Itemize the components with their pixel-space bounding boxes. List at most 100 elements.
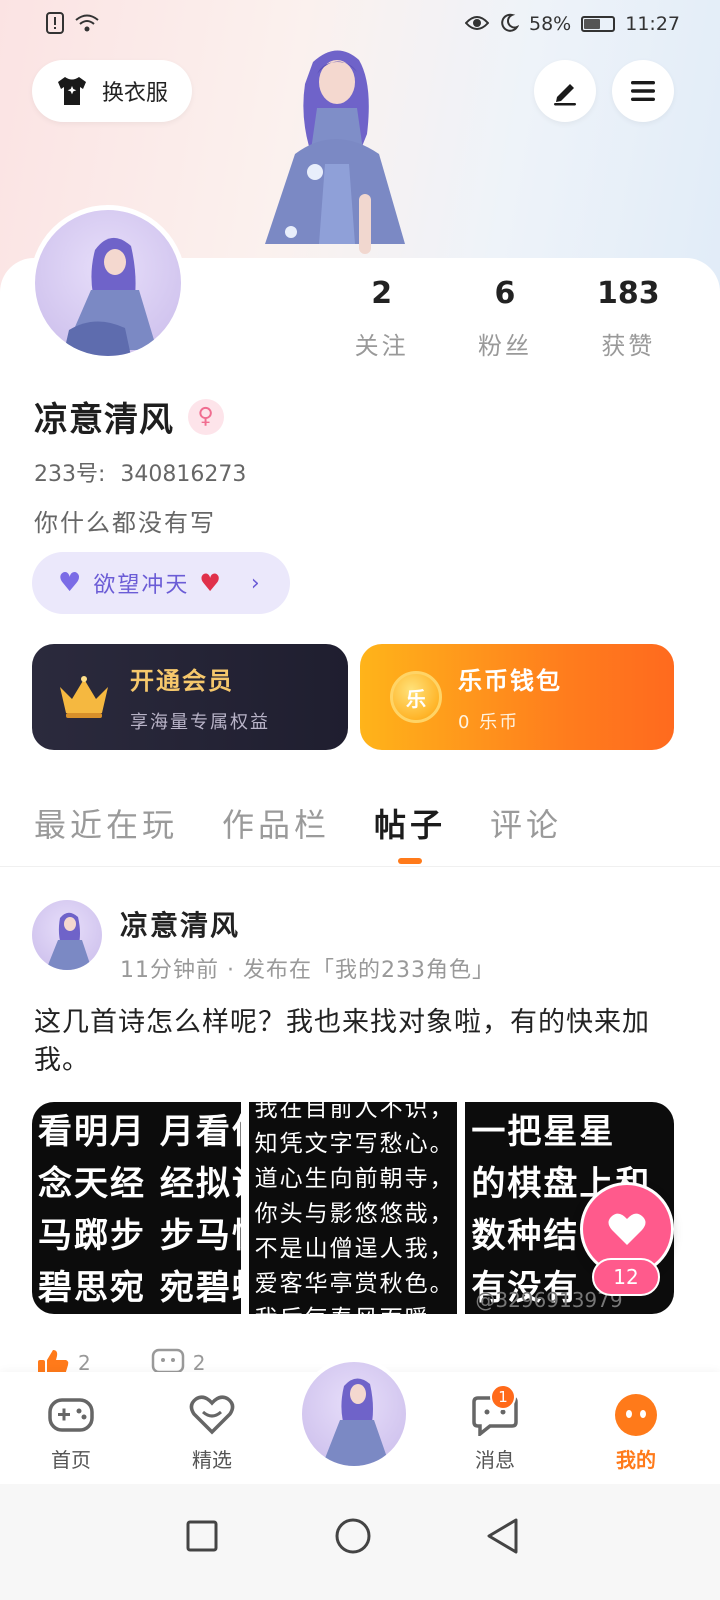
nav-home[interactable]: 首页 [31,1390,111,1473]
avatar-figure [63,237,157,356]
tab-works[interactable]: 作品栏 [222,800,330,866]
moon-icon [499,13,520,36]
recent-apps-button[interactable] [172,1506,232,1566]
change-outfit-button[interactable]: 换衣服 [32,60,192,122]
post-image-1-line: 看明月 月看仙 [38,1112,241,1152]
sim-alert-icon [46,11,64,37]
vip-title: 开通会员 [130,666,234,695]
status-left [46,11,100,37]
nickname-text: 凉意清风 [34,400,174,440]
stat-followers[interactable]: 6 粉丝 [443,272,566,361]
user-id-label: 233号: [34,462,106,487]
post-image-1-line: 碧思宛 宛碧蛛 [38,1268,241,1308]
post-image-3-line: 一把星星 [471,1112,616,1152]
stat-followers-count: 6 [494,276,516,311]
tabs-divider [0,866,720,867]
post-image-2-line: 不是山僧逞人我， [254,1236,455,1262]
profile-stats: 2 关注 6 粉丝 183 获赞 [320,272,690,361]
post-image-2-line: 我后每春风面暖 [255,1302,458,1314]
profile-avatar[interactable] [30,205,186,361]
post-image-1-line: 念天经 经拟诵 [38,1164,241,1204]
battery-icon [581,16,616,32]
stat-likes[interactable]: 183 获赞 [567,272,690,361]
nav-avatar-figure [322,1378,390,1466]
post-author-name[interactable]: 凉意清风 [120,904,240,944]
post-meta[interactable]: 11分钟前 · 发布在「我的233角色」 [120,952,495,984]
profile-tag-pill[interactable]: ♥ 欲望冲天 ♥ › [32,552,290,614]
profile-nickname: 凉意清风 ♀ [34,392,224,441]
vip-text: 开通会员 享海量专属权益 [130,661,270,734]
post-image-1[interactable]: 看明月 月看仙 念天经 经拟诵 马踯步 步马慢 碧思宛 宛碧蛛 [32,1102,241,1314]
post-image-2-line: 你头与影悠悠哉， [254,1201,455,1227]
battery-percent: 58% [529,13,572,35]
post-image-2-line: 道心生向前朝寺， [254,1166,455,1192]
post-image-2-line: 知凭文字写愁心。 [254,1131,455,1157]
post-image-2[interactable]: 我在目前人不识， 知凭文字写愁心。 道心生向前朝寺， 你头与影悠悠哉， 不是山僧… [248,1102,458,1314]
nav-messages-label: 消息 [475,1448,515,1472]
nav-featured-label: 精选 [192,1448,232,1472]
edit-profile-button[interactable] [534,60,596,122]
user-id-value: 340816273 [120,462,247,487]
wallet-text: 乐币钱包 0 乐币 [458,661,562,734]
coin-icon: 乐 [390,671,442,723]
nav-messages[interactable]: 1 消息 [455,1384,535,1473]
crown-icon [60,676,108,718]
stat-following-count: 2 [371,276,393,311]
wallet-title: 乐币钱包 [458,666,562,695]
message-count-badge: 1 [490,1384,516,1410]
menu-button[interactable] [612,60,674,122]
nav-me[interactable]: 我的 [596,1390,676,1473]
tab-comments[interactable]: 评论 [490,800,562,866]
profile-tag-label: 欲望冲天 [93,573,190,598]
broken-heart-icon: ♥ [199,569,223,597]
stat-following[interactable]: 2 关注 [320,272,443,361]
face-icon [611,1390,661,1440]
chat-bubble-icon: 1 [470,1384,520,1440]
vip-membership-card[interactable]: 开通会员 享海量专属权益 [32,644,348,750]
home-button[interactable] [323,1506,383,1566]
post-image-grid: 看明月 月看仙 念天经 经拟诵 马踯步 步马慢 碧思宛 宛碧蛛 我在目前人不识，… [32,1102,674,1314]
heart-outline-icon [187,1390,237,1440]
avatar-character-figure [265,50,405,254]
user-id: 233号: 340816273 [34,456,246,488]
wallet-balance: 0 乐币 [458,711,520,733]
profile-bio: 你什么都没有写 [34,509,216,537]
nav-me-label: 我的 [616,1448,656,1472]
chevron-right-icon: › [250,570,262,596]
nav-home-label: 首页 [51,1448,91,1472]
post-image-2-line: 爱客华亭赏秋色。 [254,1271,455,1297]
triangle-back-icon [487,1518,518,1554]
profile-tabs: 最近在玩 作品栏 帖子 评论 [34,800,562,866]
coin-wallet-card[interactable]: 乐 乐币钱包 0 乐币 [360,644,674,750]
hamburger-menu-icon [631,81,655,101]
nav-avatar-center-button[interactable] [298,1358,410,1470]
post-body-text[interactable]: 这几首诗怎么样呢？我也来找对象啦，有的快来加我。 [34,1004,684,1080]
tshirt-icon [58,77,86,105]
wifi-icon [74,13,100,36]
eye-comfort-icon [464,14,490,35]
square-icon [186,1520,218,1552]
post-image-2-line: 我在目前人不识， [254,1102,455,1122]
purple-heart-icon: ♥ [58,568,84,598]
vip-subtitle: 享海量专属权益 [130,711,270,733]
status-right: 58% 11:27 [464,13,680,36]
back-button[interactable] [473,1506,533,1566]
like-count-badge: 12 [592,1258,660,1296]
post-author-avatar[interactable] [32,900,102,970]
stat-followers-label: 粉丝 [477,332,532,360]
battery-level [584,19,601,29]
nav-featured[interactable]: 精选 [172,1390,252,1473]
tab-posts[interactable]: 帖子 [374,800,446,866]
post-avatar-figure [46,912,92,970]
circle-icon [335,1518,371,1554]
change-outfit-label: 换衣服 [102,81,169,106]
active-tab-indicator [398,858,423,864]
tab-recently-played[interactable]: 最近在玩 [34,800,178,866]
clock: 11:27 [625,13,680,35]
stat-likes-count: 183 [597,276,660,311]
stat-following-label: 关注 [354,332,409,360]
gamepad-icon [46,1390,96,1440]
tab-posts-label: 帖子 [374,806,447,844]
heart-icon [608,1213,646,1245]
coin-icon-glyph: 乐 [406,686,426,711]
